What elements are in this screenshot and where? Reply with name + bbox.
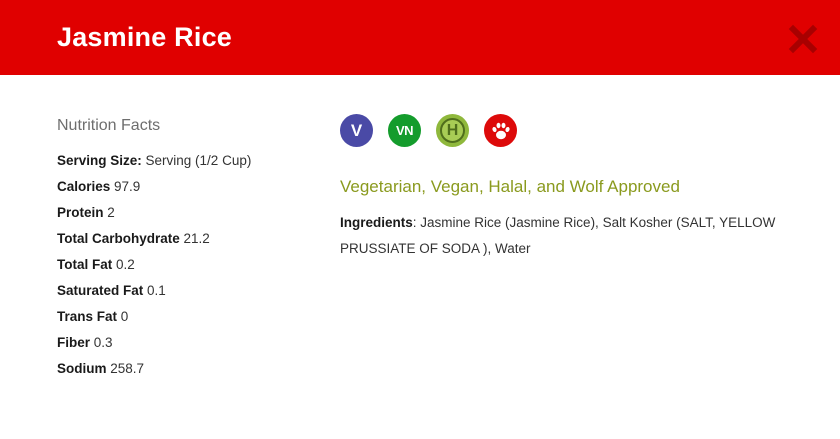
nutrition-row-protein: Protein 2 xyxy=(57,200,327,226)
close-button[interactable] xyxy=(788,24,818,54)
nutrition-value: 0.2 xyxy=(112,257,135,272)
vegan-icon-text: VN xyxy=(395,123,414,138)
ingredients-text: Ingredients: Jasmine Rice (Jasmine Rice)… xyxy=(340,210,780,262)
vegetarian-icon-text: V xyxy=(350,120,363,140)
paw-print-icon xyxy=(491,122,510,139)
wolf-approved-paw-icon xyxy=(484,114,517,147)
nutrition-label: Total Carbohydrate xyxy=(57,231,180,246)
nutrition-modal: Jasmine Rice Nutrition Facts Serving Siz… xyxy=(0,0,840,439)
vegetarian-icon: V xyxy=(340,114,373,147)
nutrition-row-saturated-fat: Saturated Fat 0.1 xyxy=(57,278,327,304)
vegan-icon: VN xyxy=(388,114,421,147)
nutrition-row-calories: Calories 97.9 xyxy=(57,174,327,200)
nutrition-row-serving-size: Serving Size: Serving (1/2 Cup) xyxy=(57,148,327,174)
nutrition-value: 0 xyxy=(117,309,129,324)
nutrition-row-sodium: Sodium 258.7 xyxy=(57,356,327,382)
nutrition-value: 97.9 xyxy=(110,179,141,194)
close-x-icon xyxy=(788,24,818,54)
nutrition-label: Serving Size: xyxy=(57,153,142,168)
modal-header: Jasmine Rice xyxy=(0,0,840,75)
dietary-approved-text: Vegetarian, Vegan, Halal, and Wolf Appro… xyxy=(340,177,680,196)
nutrition-label: Fiber xyxy=(57,335,91,350)
nutrition-row-trans-fat: Trans Fat 0 xyxy=(57,304,327,330)
dietary-info-panel: V VN H Vegetarian, Vegan, Halal, and Wol… xyxy=(340,114,800,262)
nutrition-value: 21.2 xyxy=(179,231,210,246)
nutrition-value: 0.3 xyxy=(90,335,113,350)
nutrition-row-fiber: Fiber 0.3 xyxy=(57,330,327,356)
halal-icon: H xyxy=(436,114,469,147)
nutrition-row-total-fat: Total Fat 0.2 xyxy=(57,252,327,278)
nutrition-facts-panel: Nutrition Facts Serving Size: Serving (1… xyxy=(57,116,327,382)
dietary-icons: V VN H xyxy=(340,114,800,148)
halal-icon-text: H xyxy=(446,121,459,139)
nutrition-facts-title: Nutrition Facts xyxy=(57,117,161,134)
nutrition-label: Trans Fat xyxy=(57,309,118,324)
ingredients-label: Ingredients xyxy=(340,215,413,230)
modal-title: Jasmine Rice xyxy=(57,22,232,52)
nutrition-value: 0.1 xyxy=(143,283,166,298)
nutrition-label: Calories xyxy=(57,179,111,194)
nutrition-label: Total Fat xyxy=(57,257,113,272)
nutrition-label: Protein xyxy=(57,205,104,220)
nutrition-value: 258.7 xyxy=(106,361,145,376)
nutrition-label: Sodium xyxy=(57,361,107,376)
nutrition-value: 2 xyxy=(103,205,115,220)
nutrition-row-total-carbohydrate: Total Carbohydrate 21.2 xyxy=(57,226,327,252)
nutrition-value: Serving (1/2 Cup) xyxy=(141,153,252,168)
nutrition-label: Saturated Fat xyxy=(57,283,144,298)
